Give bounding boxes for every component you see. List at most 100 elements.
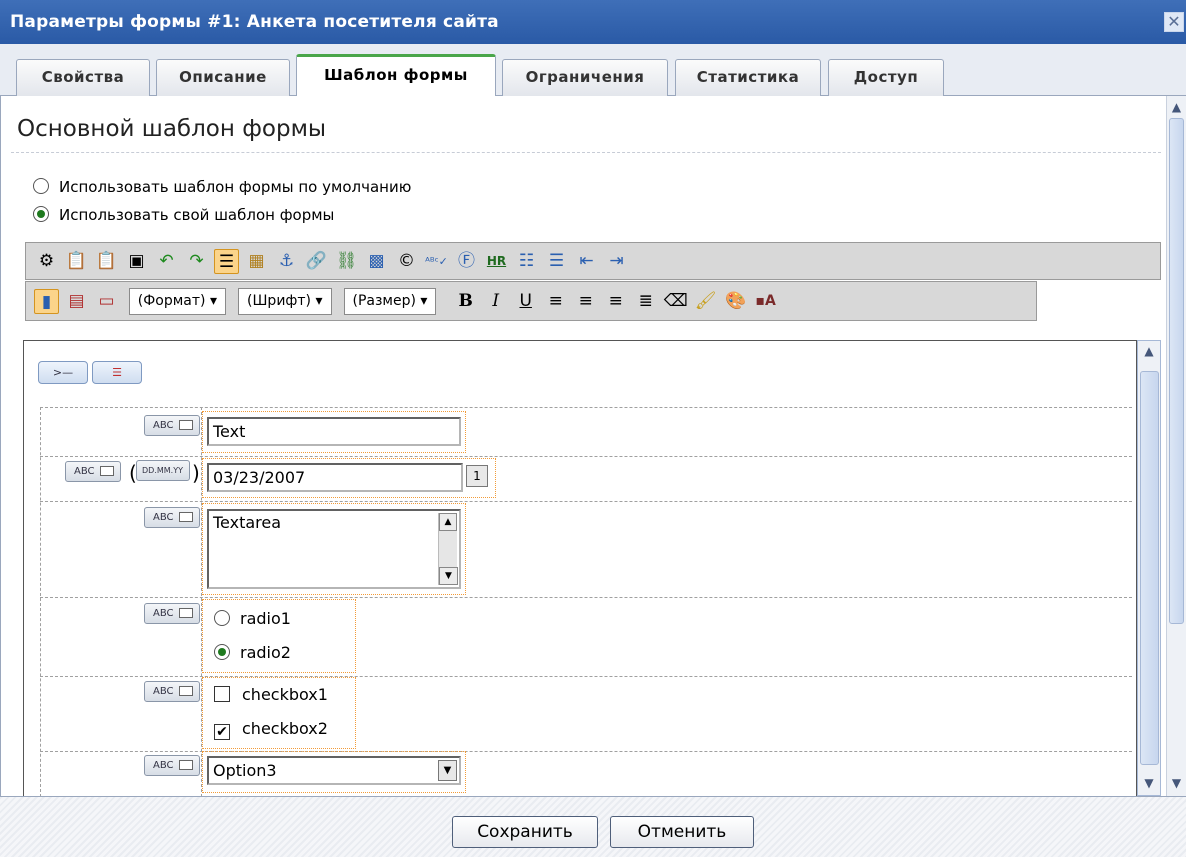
checkbox-option[interactable]: ✔ checkbox2 xyxy=(214,719,328,740)
html-mode-icon[interactable]: ▤ xyxy=(64,289,89,314)
field-type-badge[interactable]: ABC xyxy=(144,755,200,776)
textarea-scrollbar[interactable]: ▲ ▼ xyxy=(438,513,458,585)
undo-icon[interactable]: ↶ xyxy=(154,249,179,274)
tab-statistics[interactable]: Статистика xyxy=(675,59,821,96)
scroll-thumb[interactable] xyxy=(1140,371,1159,765)
tab-description[interactable]: Описание xyxy=(156,59,290,96)
table-icon[interactable]: ▦ xyxy=(244,249,269,274)
text-color-icon[interactable]: 🎨 xyxy=(723,289,748,314)
select-input[interactable]: Option3 ▼ xyxy=(207,756,461,785)
spellcheck-icon[interactable]: ᴬᴮᶜ✓ xyxy=(424,249,449,274)
underline-icon[interactable]: U xyxy=(513,289,538,314)
scroll-up-icon[interactable]: ▲ xyxy=(1138,341,1160,363)
checkbox-option[interactable]: checkbox1 xyxy=(214,685,328,704)
checkbox-checked[interactable]: ✔ xyxy=(214,724,230,740)
tab-content: Основной шаблон формы Использовать шабло… xyxy=(0,96,1166,796)
radio-button-selected[interactable] xyxy=(33,206,49,222)
row-divider xyxy=(40,407,1132,408)
bulleted-list-icon[interactable]: ☰ xyxy=(544,249,569,274)
font-select[interactable]: (Шрифт) ▾ xyxy=(238,288,332,315)
scroll-up-icon[interactable]: ▲ xyxy=(439,513,457,531)
save-button[interactable]: Сохранить xyxy=(452,816,598,848)
radio-option[interactable]: radio1 xyxy=(214,609,291,628)
flash-icon[interactable]: Ⓕ xyxy=(454,249,479,274)
field-type-badge[interactable]: ABC xyxy=(144,681,200,702)
row-divider xyxy=(40,456,1132,457)
split-mode-icon[interactable]: ▭ xyxy=(94,289,119,314)
chevron-down-icon: ▾ xyxy=(420,293,428,309)
radio-option[interactable]: radio2 xyxy=(214,643,291,662)
date-format-badge[interactable]: DD.MM.YY xyxy=(136,460,190,481)
custom-template-option[interactable]: Использовать свой шаблон формы xyxy=(33,204,334,226)
scroll-down-icon[interactable]: ▼ xyxy=(1138,773,1160,795)
textarea-input[interactable]: Textarea xyxy=(207,509,461,589)
field-type-badge[interactable]: ABC xyxy=(144,507,200,528)
default-template-option[interactable]: Использовать шаблон формы по умолчанию xyxy=(33,176,411,198)
chevron-down-icon: ▾ xyxy=(209,293,217,309)
field-type-badge[interactable]: ABC xyxy=(65,461,121,482)
select-value: Option3 xyxy=(213,761,277,780)
scroll-up-icon[interactable]: ▲ xyxy=(1168,98,1185,118)
radio-button-selected[interactable] xyxy=(214,644,230,660)
background-color-icon[interactable]: ▪A xyxy=(753,289,778,314)
eraser-icon[interactable]: ⌫ xyxy=(663,289,688,314)
size-select[interactable]: (Размер) ▾ xyxy=(343,288,437,315)
chevron-down-icon: ▾ xyxy=(315,293,323,309)
tab-form-template[interactable]: Шаблон формы xyxy=(296,54,496,96)
radio-button[interactable] xyxy=(214,610,230,626)
tab-strip: Свойства Описание Шаблон формы Ограничен… xyxy=(0,44,1186,96)
format-select[interactable]: (Формат) ▾ xyxy=(128,288,226,315)
redo-icon[interactable]: ↷ xyxy=(184,249,209,274)
row-divider xyxy=(40,597,1132,598)
field-type-badge[interactable]: ABC xyxy=(144,603,200,624)
option-label: Использовать свой шаблон формы xyxy=(59,206,335,224)
tab-properties[interactable]: Свойства xyxy=(16,59,150,96)
align-left-icon[interactable]: ≡ xyxy=(543,289,568,314)
cancel-button[interactable]: Отменить xyxy=(610,816,754,848)
scroll-down-icon[interactable]: ▼ xyxy=(439,567,458,585)
align-right-icon[interactable]: ≡ xyxy=(603,289,628,314)
tab-access[interactable]: Доступ xyxy=(828,59,944,96)
outdent-icon[interactable]: ⇤ xyxy=(574,249,599,274)
link-icon[interactable]: 🔗 xyxy=(304,249,329,274)
insert-list-icon[interactable]: ☰ xyxy=(92,361,142,384)
select-all-icon[interactable]: ▣ xyxy=(124,249,149,274)
format-brush-icon[interactable]: 🖌 xyxy=(693,289,718,314)
chevron-down-icon[interactable]: ▼ xyxy=(438,760,457,781)
radio-button[interactable] xyxy=(33,178,49,194)
numbered-list-icon[interactable]: ☷ xyxy=(514,249,539,274)
unlink-icon[interactable]: ⛓ xyxy=(334,249,359,274)
editor-toolbar-2: ▮ ▤ ▭ (Формат) ▾ (Шрифт) ▾ (Размер) ▾ B I U ≡ ≡ ≡… xyxy=(25,281,1037,321)
show-blocks-icon[interactable]: ☰ xyxy=(214,249,239,274)
main-scrollbar[interactable]: ▲ ▼ xyxy=(1166,96,1186,796)
paste-word-icon[interactable]: 📋 xyxy=(64,249,89,274)
text-input[interactable]: Text xyxy=(207,417,461,446)
checkbox[interactable] xyxy=(214,686,230,702)
divider xyxy=(11,152,1161,153)
special-char-icon[interactable]: © xyxy=(394,249,419,274)
align-justify-icon[interactable]: ≣ xyxy=(633,289,658,314)
editor-scrollbar[interactable]: ▲ ▼ xyxy=(1137,340,1161,796)
field-type-badge[interactable]: ABC xyxy=(144,415,200,436)
editor-area[interactable]: >— ☰ ABC Text ABC ( DD.MM.YY ) 03/23/200… xyxy=(23,340,1137,796)
align-center-icon[interactable]: ≡ xyxy=(573,289,598,314)
horizontal-rule-icon[interactable]: HR xyxy=(484,249,509,274)
scroll-thumb[interactable] xyxy=(1169,118,1184,624)
date-input[interactable]: 03/23/2007 xyxy=(207,463,463,492)
paste-text-icon[interactable]: 📋 xyxy=(94,249,119,274)
settings-icon[interactable]: ⚙ xyxy=(34,249,59,274)
image-icon[interactable]: ▩ xyxy=(364,249,389,274)
calendar-icon[interactable]: 1 xyxy=(466,465,488,487)
footer: Сохранить Отменить xyxy=(0,796,1186,857)
close-icon[interactable]: ✕ xyxy=(1164,12,1184,32)
anchor-icon[interactable]: ⚓ xyxy=(274,249,299,274)
design-mode-icon[interactable]: ▮ xyxy=(34,289,59,314)
tab-restrictions[interactable]: Ограничения xyxy=(502,59,668,96)
row-divider xyxy=(40,501,1132,502)
bold-icon[interactable]: B xyxy=(453,289,478,314)
insert-field-icon[interactable]: >— xyxy=(38,361,88,384)
scroll-down-icon[interactable]: ▼ xyxy=(1168,774,1185,794)
editor-toolbar-1: ⚙ 📋 📋 ▣ ↶ ↷ ☰ ▦ ⚓ 🔗 ⛓ ▩ © ᴬᴮᶜ✓ Ⓕ HR ☷ ☰ ⇤ ⇥ xyxy=(25,242,1161,280)
indent-icon[interactable]: ⇥ xyxy=(604,249,629,274)
italic-icon[interactable]: I xyxy=(483,289,508,314)
